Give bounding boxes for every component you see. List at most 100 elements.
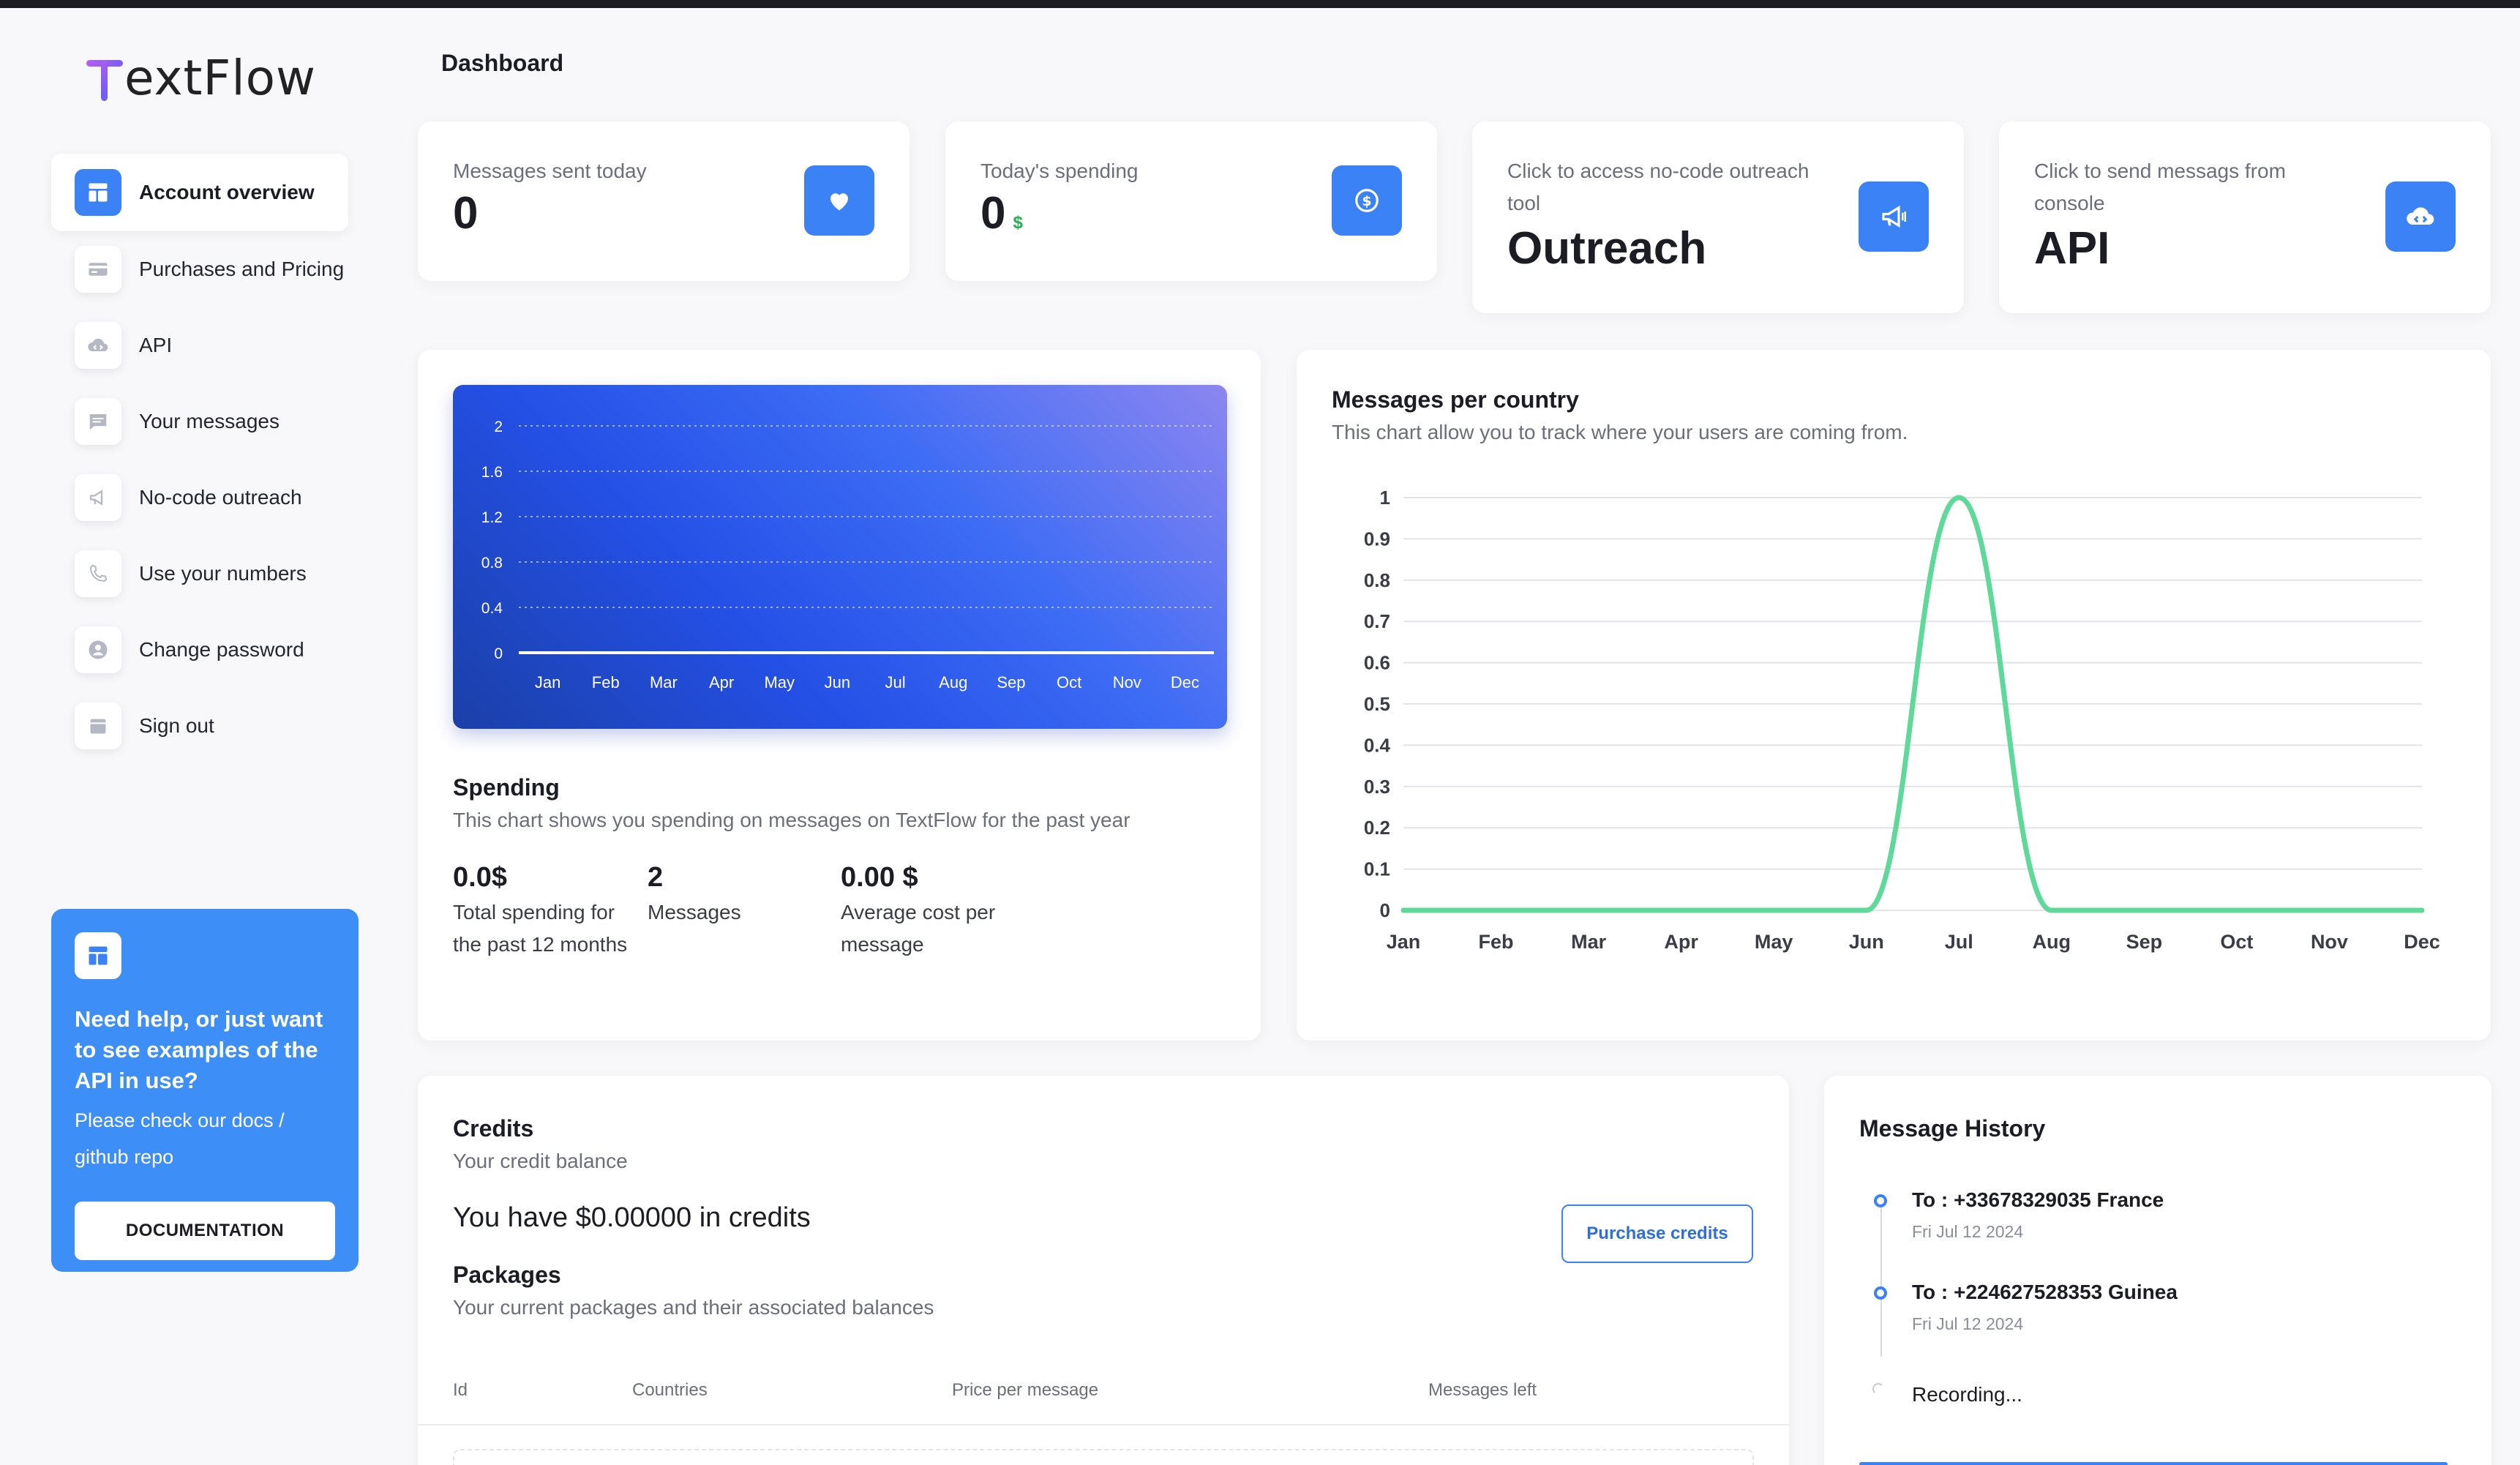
sidebar-item-label: Account overview: [139, 181, 315, 203]
messages-per-country-card: Messages per country This chart allow yo…: [1297, 350, 2491, 1041]
data-point: [2051, 910, 2052, 911]
y-tick-label: 1.2: [481, 509, 503, 526]
window-top-bar: [0, 0, 2520, 8]
y-tick-label: 0.2: [1364, 817, 1390, 839]
x-tick-label: Apr: [1664, 931, 1698, 953]
x-tick-label: Jan: [535, 673, 560, 692]
column-header-id[interactable]: Id: [453, 1380, 468, 1401]
sidebar-item-change-password[interactable]: Change password: [51, 612, 348, 688]
help-card: Need help, or just want to see examples …: [51, 909, 359, 1272]
y-tick-label: 0.5: [1364, 693, 1390, 715]
x-tick-label: Nov: [1113, 673, 1141, 692]
y-tick-label: 0.7: [1364, 610, 1390, 632]
dashboard-icon: [75, 932, 121, 979]
sidebar-item-label: Change password: [139, 638, 304, 661]
country-chart-subtitle: This chart allow you to track where your…: [1332, 421, 1908, 443]
megaphone-icon: [75, 474, 121, 521]
sidebar-item-numbers[interactable]: Use your numbers: [51, 536, 348, 612]
empty-table-placeholder: [453, 1449, 1754, 1465]
x-tick-label: Dec: [1171, 673, 1199, 692]
stat-label: Click to send messags from console: [2034, 160, 2286, 214]
y-tick-label: 0.9: [1364, 528, 1390, 550]
logo-text: extFlow: [124, 49, 317, 106]
x-tick-label: Nov: [2311, 931, 2348, 953]
column-header-price[interactable]: Price per message: [952, 1380, 1098, 1401]
column-header-messages-left[interactable]: Messages left: [1428, 1380, 1537, 1401]
country-chart-title: Messages per country: [1332, 386, 1579, 413]
heart-icon: [804, 165, 874, 236]
sidebar-item-label: Your messages: [139, 410, 280, 432]
phone-icon: [75, 550, 121, 597]
page-title: Dashboard: [441, 50, 564, 76]
packages-title: Packages: [453, 1262, 561, 1288]
x-tick-label: Apr: [709, 673, 734, 692]
message-icon: [75, 398, 121, 445]
y-tick-label: 0.8: [481, 555, 503, 572]
loading-spinner-icon: [1872, 1383, 1884, 1395]
spending-card: 2 1.6 1.2 0.8 0.4 0 Jan Feb Mar Apr May Jun Jul Aug Se…: [418, 350, 1261, 1041]
y-tick-label: 0: [494, 645, 503, 662]
api-card[interactable]: Click to send messags from console API: [1999, 121, 2491, 313]
data-point: [1866, 910, 1867, 911]
stat-value: 2: [648, 862, 664, 893]
sidebar-item-label: Use your numbers: [139, 562, 307, 585]
y-tick-label: 1: [1380, 487, 1390, 509]
column-header-countries[interactable]: Countries: [632, 1380, 708, 1401]
sidebar-item-label: No-code outreach: [139, 486, 302, 509]
documentation-button[interactable]: DOCUMENTATION: [75, 1202, 335, 1260]
x-tick-label: Aug: [939, 673, 967, 692]
history-date: Fri Jul 12 2024: [1912, 1222, 2024, 1241]
stat-label: Total spending for the past 12 months: [453, 901, 628, 956]
y-tick-label: 0: [1380, 899, 1390, 921]
packages-subtitle: Your current packages and their associat…: [453, 1296, 934, 1319]
messages-today-card: Messages sent today 0: [418, 121, 910, 281]
x-tick-label: Mar: [650, 673, 678, 692]
sidebar-item-outreach[interactable]: No-code outreach: [51, 460, 348, 536]
y-tick-label: 2: [494, 419, 503, 435]
country-chart-svg: 1 0.9 0.8 0.7 0.6 0.5 0.4 0.3 0.2 0.1 0 Jan Feb Mar Ap…: [1364, 487, 2440, 953]
credit-card-icon: [75, 246, 121, 293]
history-action-bar[interactable]: [1859, 1462, 2448, 1465]
x-tick-label: May: [764, 673, 795, 692]
x-tick-label: Jan: [1387, 931, 1421, 953]
spending-subtitle: This chart shows you spending on message…: [453, 809, 1130, 831]
sidebar-item-messages[interactable]: Your messages: [51, 383, 348, 460]
purchase-credits-button[interactable]: Purchase credits: [1561, 1204, 1753, 1263]
spending-chart-svg: 2 1.6 1.2 0.8 0.4 0 Jan Feb Mar Apr May Jun Jul Aug Se…: [481, 419, 1214, 692]
logo-t-mark: [86, 53, 123, 102]
y-tick-label: 0.3: [1364, 776, 1390, 798]
credit-balance: You have $0.00000 in credits: [453, 1202, 811, 1233]
credits-title: Credits: [453, 1115, 534, 1142]
y-tick-label: 0.8: [1364, 569, 1390, 591]
outreach-card[interactable]: Click to access no-code outreach tool Ou…: [1472, 121, 1964, 313]
help-title: Need help, or just want to see examples …: [75, 1006, 323, 1093]
y-tick-label: 0.4: [481, 600, 503, 617]
data-point: [2143, 910, 2145, 911]
textflow-logo[interactable]: extFlow: [86, 48, 316, 107]
stat-value: 0.00 $: [841, 862, 918, 893]
sidebar-item-purchases[interactable]: Purchases and Pricing: [51, 231, 348, 307]
x-tick-label: Oct: [2220, 931, 2253, 953]
spending-title: Spending: [453, 774, 560, 801]
stat-value: 0: [980, 188, 1006, 239]
y-tick-label: 1.6: [481, 464, 503, 481]
sidebar-item-api[interactable]: API: [51, 307, 348, 383]
spending-stats: 0.0$ Total spending for the past 12 mont…: [453, 858, 1229, 961]
x-tick-label: Sep: [2126, 931, 2163, 953]
sidebar-item-sign-out[interactable]: Sign out: [51, 688, 348, 764]
cloud-icon: [75, 322, 121, 369]
x-tick-label: Dec: [2404, 931, 2440, 953]
help-subtitle: Please check our docs / github repo: [75, 1109, 285, 1168]
x-tick-label: Jul: [885, 673, 906, 692]
data-point: [1403, 910, 1404, 911]
history-recipient: To : +33678329035 France: [1912, 1188, 2164, 1211]
history-date: Fri Jul 12 2024: [1912, 1314, 2024, 1333]
x-tick-label: Sep: [997, 673, 1025, 692]
data-point: [2328, 910, 2330, 911]
stat-label: Click to access no-code outreach tool: [1507, 160, 1810, 214]
calendar-icon: [75, 702, 121, 749]
x-tick-label: Jun: [825, 673, 850, 692]
stat-label: Average cost per message: [841, 901, 996, 956]
stat-label: Messages: [648, 901, 741, 923]
sidebar-item-account-overview[interactable]: Account overview: [51, 154, 348, 231]
